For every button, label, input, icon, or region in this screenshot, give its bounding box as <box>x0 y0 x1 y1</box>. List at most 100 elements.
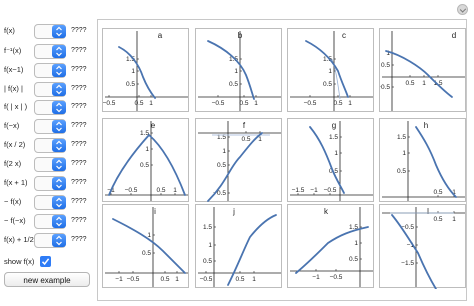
answer-status: ???? <box>71 160 87 167</box>
control-label: − f(−x) <box>4 216 26 225</box>
y-tick-label: 0.5 <box>349 256 358 263</box>
x-tick-label: −0.5 <box>103 100 116 107</box>
plot-label: a <box>158 31 163 40</box>
answer-status: ???? <box>71 27 87 34</box>
y-tick-label: 1 <box>222 148 226 155</box>
x-tick-label: 1 <box>175 276 179 283</box>
x-tick-label: −1 <box>115 276 123 283</box>
plot-cell-c: c −0.5 0.5 1 1.5 1 0.5 <box>287 28 374 112</box>
answer-status: ???? <box>71 179 87 186</box>
control-label: − f(x) <box>4 197 22 206</box>
answer-status: ???? <box>71 103 87 110</box>
x-tick-label: 0.5 <box>433 216 442 223</box>
plot-svg: f0.5 11.510.5−0.5 <box>198 121 281 202</box>
control-row: f(x + 1)???? <box>0 176 94 192</box>
y-tick-label: 0.5 <box>323 81 332 88</box>
plot-label: i <box>154 207 156 216</box>
x-tick-label: 1 <box>258 136 262 143</box>
y-tick-label: 1 <box>334 150 338 157</box>
plot-svg: d0.511.510.5−0.5 <box>380 31 465 111</box>
answer-status: ???? <box>71 198 87 205</box>
y-tick-label: 1 <box>354 240 358 247</box>
control-label: f(x + 1) <box>4 178 28 187</box>
close-icon[interactable] <box>457 4 468 15</box>
x-tick-label: 1 <box>452 216 456 223</box>
x-tick-label: −1 <box>310 187 318 194</box>
select-arrows-icon[interactable] <box>52 215 66 228</box>
plot-label: e <box>151 121 156 130</box>
answer-status: ???? <box>71 217 87 224</box>
x-tick-label: 1 <box>173 187 177 194</box>
plot-svg: k−1 −0.51.510.5 <box>290 207 373 287</box>
answer-status: ???? <box>71 141 87 148</box>
plot-cell-f: f 0.5 1 1.5 1 0.5 −0.5 <box>195 118 282 202</box>
y-tick-label: 1.5 <box>397 134 406 141</box>
plot-cell-e: e −1 −0.5 0.5 1 1.5 1 0.5 <box>102 118 189 202</box>
control-row: − f(−x)???? <box>0 214 94 230</box>
x-tick-label: 1 <box>252 276 256 283</box>
plot-label: b <box>238 31 243 40</box>
plot-svg: j −0.5 0.5 1 1.5 1 0.5 <box>198 207 281 287</box>
answer-status: ???? <box>71 236 87 243</box>
select-arrows-icon[interactable] <box>52 45 66 58</box>
select-arrows-icon[interactable] <box>52 120 66 133</box>
x-tick-label: 0.5 <box>433 189 442 196</box>
plot-svg: h0.5 11.510.5 <box>382 121 465 201</box>
function-curve <box>295 226 369 274</box>
select-arrows-icon[interactable] <box>52 196 66 209</box>
plot-label: l <box>427 207 429 216</box>
control-label: f(x) <box>4 26 15 35</box>
select-arrows-icon[interactable] <box>52 158 66 171</box>
plot-cell-g: g −1.5 −1 −0.5 1.5 1 0.5 <box>287 118 374 202</box>
plot-svg: a−0.5 0.5 11.510.5 <box>103 31 188 111</box>
new-example-button[interactable]: new example <box>4 272 90 287</box>
x-tick-label: −0.5 <box>324 187 337 194</box>
y-tick-label: 0.5 <box>217 162 226 169</box>
y-tick-label: 0.5 <box>397 168 406 175</box>
control-label: f⁻¹(x) <box>4 46 22 55</box>
select-arrows-icon[interactable] <box>52 177 66 190</box>
show-fx-checkbox[interactable] <box>40 256 51 267</box>
x-tick-label: 1 <box>254 100 258 107</box>
control-row: − f(x)???? <box>0 195 94 211</box>
answer-status: ???? <box>71 47 87 54</box>
select-arrows-icon[interactable] <box>52 101 66 114</box>
y-tick-label: 0.5 <box>142 250 151 257</box>
show-fx-row: show f(x) <box>4 255 94 269</box>
plot-svg: i−1 −0.5 0.5 110.5 <box>105 207 188 287</box>
x-tick-label: −0.5 <box>330 274 343 281</box>
x-tick-label: 0.5 <box>239 100 248 107</box>
control-row: f(2 x)???? <box>0 157 94 173</box>
select-arrows-icon[interactable] <box>52 234 66 247</box>
y-tick-label: 1 <box>328 68 332 75</box>
plot-svg: b−0.5 0.5 11.510.5 <box>198 31 281 111</box>
plot-svg: g−1.5 −1 −0.51.510.5 <box>290 121 373 201</box>
x-tick-label: 0.5 <box>134 100 143 107</box>
function-curve <box>391 214 437 289</box>
select-arrows-icon[interactable] <box>52 25 66 38</box>
x-tick-label: 1 <box>149 100 153 107</box>
answer-status: ???? <box>71 66 87 73</box>
x-tick-label: 0.5 <box>156 187 165 194</box>
control-label: f(x / 2) <box>4 140 26 149</box>
control-label: | f(x) | <box>4 84 23 93</box>
y-tick-label: 1 <box>234 68 238 75</box>
y-tick-label: 1.5 <box>329 134 338 141</box>
x-tick-label: 0.5 <box>235 276 244 283</box>
x-tick-label: 1 <box>422 80 426 87</box>
function-curve <box>207 40 255 100</box>
control-label: f(−x) <box>4 121 20 130</box>
plot-label: h <box>424 121 428 130</box>
x-tick-label: 0.5 <box>160 276 169 283</box>
plot-label: c <box>342 31 346 40</box>
control-label: f(x−1) <box>4 65 24 74</box>
select-arrows-icon[interactable] <box>52 139 66 152</box>
plot-svg: c−0.5 0.5 11.510.5 <box>290 31 373 111</box>
y-tick-label: 1.5 <box>203 224 212 231</box>
select-arrows-icon[interactable] <box>52 64 66 77</box>
select-arrows-icon[interactable] <box>52 83 66 96</box>
x-tick-label: −0.5 <box>304 100 317 107</box>
control-row: f(−x)???? <box>0 119 94 135</box>
control-row: f(x−1)???? <box>0 63 94 79</box>
plot-grid: a −0.5 0.5 1 1.5 1 0.5 b −0.5 0.5 1 1.5 1 0.5 c −0.5 0.5… <box>97 19 467 301</box>
